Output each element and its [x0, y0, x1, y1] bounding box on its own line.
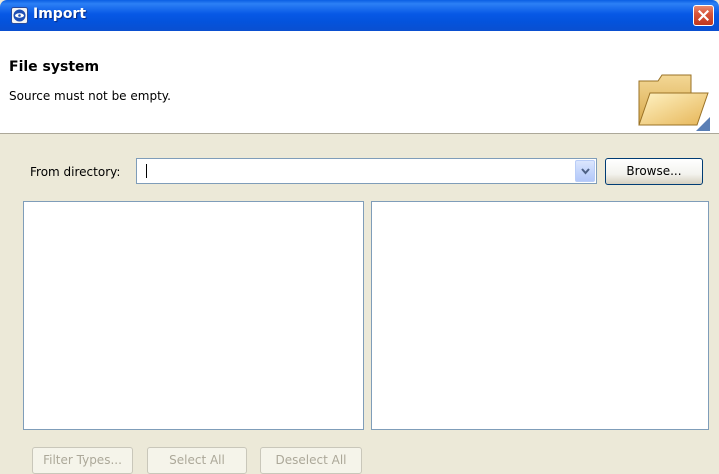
chevron-down-icon: [581, 168, 590, 175]
browse-button[interactable]: Browse...: [605, 158, 703, 185]
page-title: File system: [9, 59, 100, 75]
close-icon: [698, 10, 709, 21]
directory-dropdown-button[interactable]: [575, 160, 595, 182]
error-message: Source must not be empty.: [9, 89, 171, 103]
filter-types-button[interactable]: Filter Types...: [32, 447, 133, 474]
wizard-banner: File system Source must not be empty.: [0, 31, 719, 134]
title-bar[interactable]: Import: [0, 0, 719, 31]
text-caret: [146, 164, 147, 178]
close-button[interactable]: [693, 5, 714, 26]
from-directory-label: From directory:: [30, 165, 120, 179]
folder-tree-panel[interactable]: [23, 201, 364, 430]
from-directory-input[interactable]: [139, 161, 583, 181]
window-title: Import: [33, 6, 87, 22]
from-directory-label-text: From directory:: [30, 165, 121, 179]
select-all-button[interactable]: Select All: [147, 447, 247, 474]
gnu-app-icon: [11, 7, 28, 24]
deselect-all-button[interactable]: Deselect All: [260, 447, 362, 474]
folder-icon: [638, 74, 710, 131]
from-directory-combo[interactable]: [136, 158, 597, 184]
file-list-panel[interactable]: [371, 201, 709, 430]
